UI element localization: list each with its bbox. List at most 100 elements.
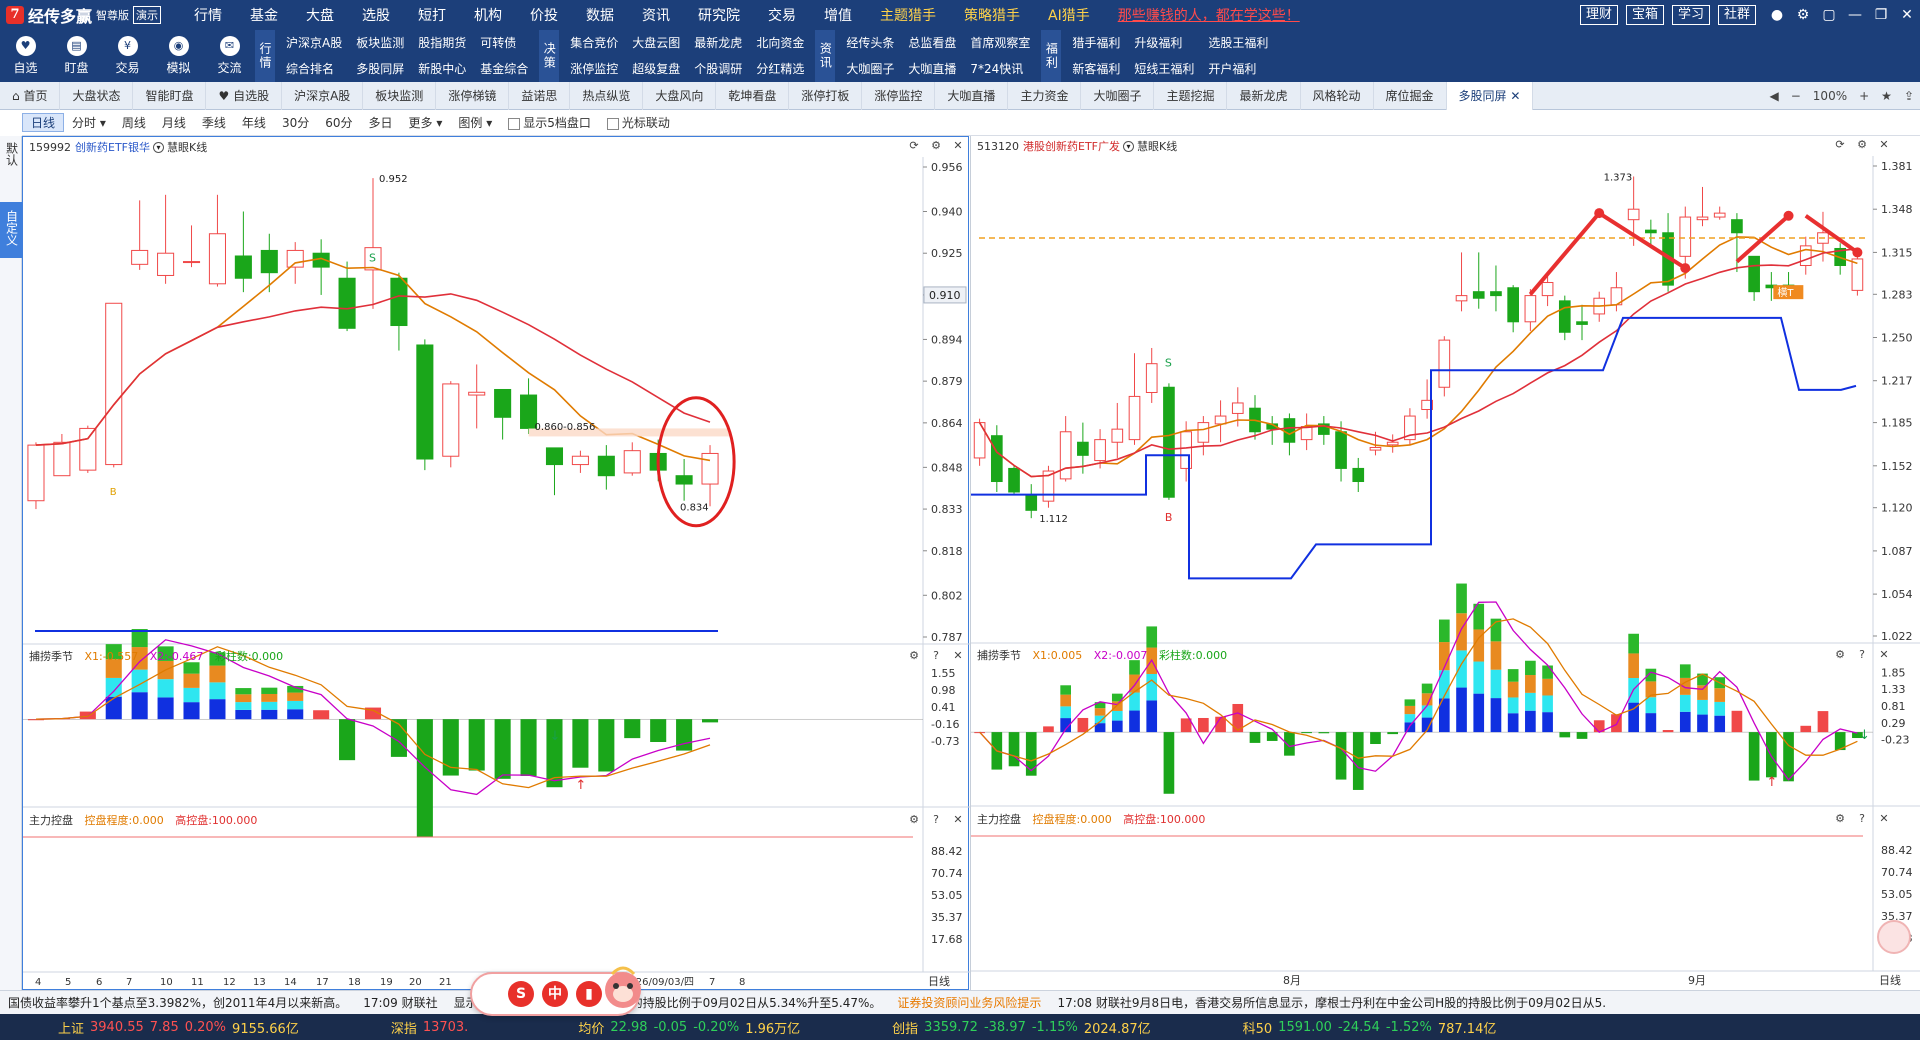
toolbar-item[interactable]: 首席观察室 <box>963 30 1037 56</box>
user-icon[interactable]: ● <box>1764 7 1790 23</box>
close-icon[interactable]: ✕ <box>947 649 969 662</box>
right-chart-svg[interactable]: 1.381 1.348 1.315 1.283 1.250 1.217 1.185 1.152… <box>971 136 1920 990</box>
toolbar-item[interactable]: 个股调研 <box>687 56 749 82</box>
title-button-3[interactable]: 社群 <box>1717 5 1756 25</box>
tab-0[interactable]: ⌂ 首页 <box>0 81 61 110</box>
toolbar-item[interactable]: 升级福利 <box>1127 30 1201 56</box>
tab-4[interactable]: 沪深京A股 <box>282 81 364 110</box>
tab-11[interactable]: 涨停打板 <box>789 81 863 110</box>
toolbar-big-1[interactable]: ▤ 盯盘 <box>51 30 102 82</box>
gear-icon[interactable]: ⚙ <box>1829 812 1851 825</box>
period-7[interactable]: 60分 <box>317 114 360 131</box>
toolbar-item[interactable]: 沪深京A股 <box>279 30 349 56</box>
window-icon[interactable]: ▢ <box>1816 7 1842 23</box>
left-chart-svg[interactable]: 0.956 0.940 0.925 0.910 0.894 0.879 0.864 0.848… <box>23 137 970 991</box>
toolbar-item[interactable]: 可转债 <box>473 30 535 56</box>
toolbar-group-title[interactable]: 行情 <box>255 30 275 82</box>
minus-icon[interactable]: − <box>1785 89 1807 103</box>
news-item[interactable]: 国债收益率攀升1个基点至3.3982%，创2011年4月以来新高。 <box>0 994 355 1011</box>
toolbar-group-title[interactable]: 福利 <box>1041 30 1062 82</box>
tab-5[interactable]: 板块监测 <box>363 81 437 110</box>
toolbar-item[interactable]: 大咖圈子 <box>839 56 901 82</box>
menu-item-8[interactable]: 资讯 <box>628 5 684 25</box>
star-icon[interactable]: ★ <box>1875 89 1898 103</box>
toolbar-item[interactable]: 大咖直播 <box>901 56 963 82</box>
gear-icon[interactable]: ⚙ <box>903 649 925 662</box>
toolbar-item[interactable]: 开户福利 <box>1201 56 1275 82</box>
help-icon[interactable]: ? <box>1851 812 1873 825</box>
toolbar-item[interactable]: 大盘云图 <box>625 30 687 56</box>
menu-item-9[interactable]: 研究院 <box>684 5 754 25</box>
menu-item-10[interactable]: 交易 <box>754 5 810 25</box>
index-ticker[interactable]: 上证 3940.55 7.85 0.20% 9155.66亿 深指 13703. 均价 22.9… <box>0 1014 1920 1040</box>
title-button-0[interactable]: 理财 <box>1579 5 1618 25</box>
gear-icon[interactable]: ⚙ <box>1829 648 1851 661</box>
checkbox-box[interactable] <box>606 117 619 130</box>
tab-17[interactable]: 最新龙虎 <box>1227 81 1301 110</box>
menu-item-4[interactable]: 短打 <box>404 5 460 25</box>
menu-item-2[interactable]: 大盘 <box>292 5 348 25</box>
toolbar-group-title[interactable]: 决策 <box>539 30 560 82</box>
toolbar-item[interactable]: 猎手福利 <box>1065 30 1127 56</box>
tab-14[interactable]: 主力资金 <box>1008 81 1082 110</box>
toolbar-item[interactable]: 选股王福利 <box>1201 30 1275 56</box>
period-3[interactable]: 月线 <box>154 114 194 131</box>
tab-3[interactable]: ♥ 自选股 <box>206 81 283 110</box>
tab-8[interactable]: 热点纵览 <box>570 81 644 110</box>
period-2[interactable]: 周线 <box>114 114 154 131</box>
toolbar-item[interactable]: 超级复盘 <box>625 56 687 82</box>
menu-item-7[interactable]: 数据 <box>572 5 628 25</box>
menu-item-6[interactable]: 价投 <box>516 5 572 25</box>
shirt-icon[interactable]: ▮ <box>576 981 602 1007</box>
assistant-avatar[interactable] <box>1877 920 1911 954</box>
toolbar-item[interactable]: 北向资金 <box>749 30 811 56</box>
gear-icon[interactable]: ⚙ <box>1790 7 1816 23</box>
period-0[interactable]: 日线 <box>22 113 65 132</box>
toolbar-item[interactable]: 多股同屏 <box>349 56 411 82</box>
period-4[interactable]: 季线 <box>194 114 234 131</box>
close-icon[interactable]: ✕ <box>1873 812 1895 825</box>
menu-item-11[interactable]: 增值 <box>810 5 866 25</box>
checkbox-1[interactable]: 光标联动 <box>599 114 678 131</box>
tab-20[interactable]: 多股同屏 ✕ <box>1446 81 1534 110</box>
mascot-icon[interactable] <box>600 960 646 1012</box>
menu-item-5[interactable]: 机构 <box>460 5 516 25</box>
toolbar-group-title[interactable]: 资讯 <box>815 30 836 82</box>
close-icon[interactable]: ✕ <box>1507 89 1520 103</box>
news-ticker[interactable]: 国债收益率攀升1个基点至3.3982%，创2011年4月以来新高。 17:09 财… <box>0 990 1920 1014</box>
toolbar-item[interactable]: 总监看盘 <box>901 30 963 56</box>
index-item[interactable]: 创指 3359.72 -38.97 -1.15% 2024.87亿 <box>834 1018 1150 1037</box>
plus-icon[interactable]: + <box>1853 89 1875 103</box>
index-item[interactable]: 均价 22.98 -0.05 -0.20% 1.96万亿 <box>520 1018 800 1037</box>
menu-item-0[interactable]: 行情 <box>180 5 236 25</box>
toolbar-item[interactable]: 股指期货 <box>411 30 473 56</box>
menu-item-13[interactable]: 策略猎手 <box>950 5 1034 25</box>
zhong-icon[interactable]: 中 <box>542 981 568 1007</box>
toolbar-item[interactable]: 基金综合 <box>473 56 535 82</box>
toolbar-item[interactable]: 最新龙虎 <box>687 30 749 56</box>
menu-item-1[interactable]: 基金 <box>236 5 292 25</box>
toolbar-item[interactable]: 板块监测 <box>349 30 411 56</box>
chart-panel-left[interactable]: 159992 创新药ETF银华 ▾ 慧眼K线 ⟳ ⚙ ✕ 0.956 0.940 0.9… <box>22 136 970 991</box>
toolbar-item[interactable]: 经传头条 <box>839 30 901 56</box>
period-8[interactable]: 多日 <box>361 114 401 131</box>
news-item[interactable]: 17:09 财联社 <box>355 994 445 1011</box>
period-10[interactable]: 图例 ▾ <box>450 114 500 131</box>
tab-1[interactable]: 大盘状态 <box>60 81 134 110</box>
toolbar-item[interactable]: 新股中心 <box>411 56 473 82</box>
period-6[interactable]: 30分 <box>274 114 317 131</box>
menu-item-12[interactable]: 主题猎手 <box>866 5 950 25</box>
toolbar-item[interactable]: 7*24快讯 <box>963 56 1037 82</box>
index-item[interactable]: 科50 1591.00 -24.54 -1.52% 787.14亿 <box>1185 1018 1497 1037</box>
checkbox-box[interactable] <box>508 117 521 130</box>
close-icon[interactable]: ✕ <box>1873 648 1895 661</box>
index-item[interactable]: 上证 3940.55 7.85 0.20% 9155.66亿 <box>0 1018 299 1037</box>
tab-13[interactable]: 大咖直播 <box>935 81 1009 110</box>
help-icon[interactable]: ? <box>925 649 947 662</box>
news-item[interactable]: 证券投资顾问业务风险提示 <box>889 994 1049 1011</box>
tab-18[interactable]: 风格轮动 <box>1301 81 1374 110</box>
toolbar-big-4[interactable]: ✉ 交流 <box>204 30 255 82</box>
news-item[interactable]: 17:08 财联社9月8日电，香港交易所信息显示，摩根士丹利在中金公司H股的持股… <box>1049 994 1614 1011</box>
side-tab-custom[interactable]: 自定义 <box>0 202 22 258</box>
tab-10[interactable]: 乾坤看盘 <box>716 81 790 110</box>
